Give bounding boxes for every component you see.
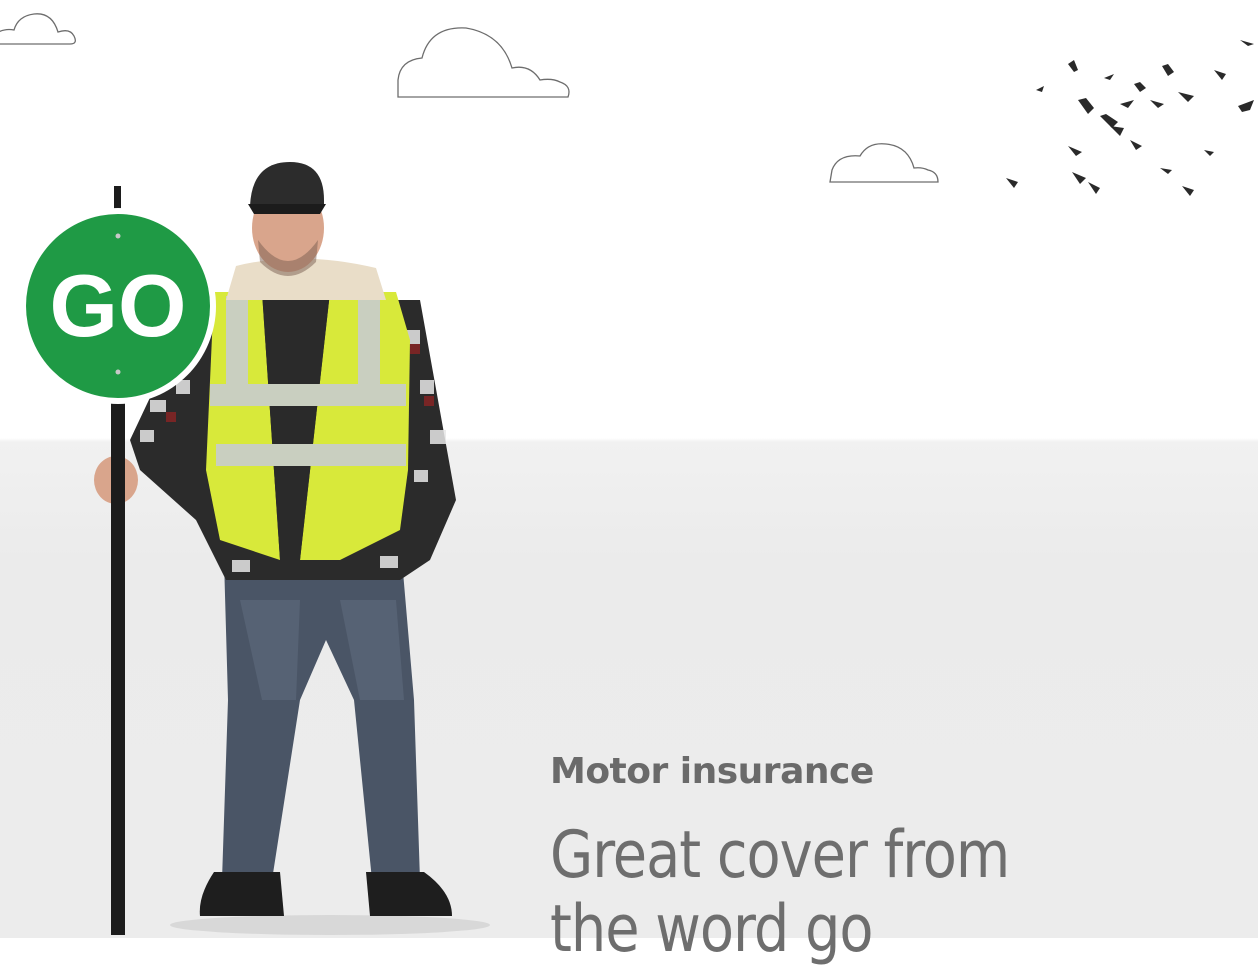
cloud-icon (0, 13, 76, 45)
headline-block: Motor insurance Great cover from the wor… (550, 748, 1250, 965)
cloud-icon (829, 143, 939, 183)
cloud-icon (397, 27, 570, 98)
sign-text: GO (50, 256, 187, 355)
headline-line-2: the word go (550, 889, 874, 967)
birds-flock-icon (1006, 40, 1254, 196)
eyebrow: Motor insurance (550, 751, 874, 792)
hero-banner: GO Motor insurance Great cover from the … (0, 0, 1258, 965)
go-sign-icon: GO (20, 186, 216, 935)
headline-line-1: Great cover from (550, 815, 1010, 893)
